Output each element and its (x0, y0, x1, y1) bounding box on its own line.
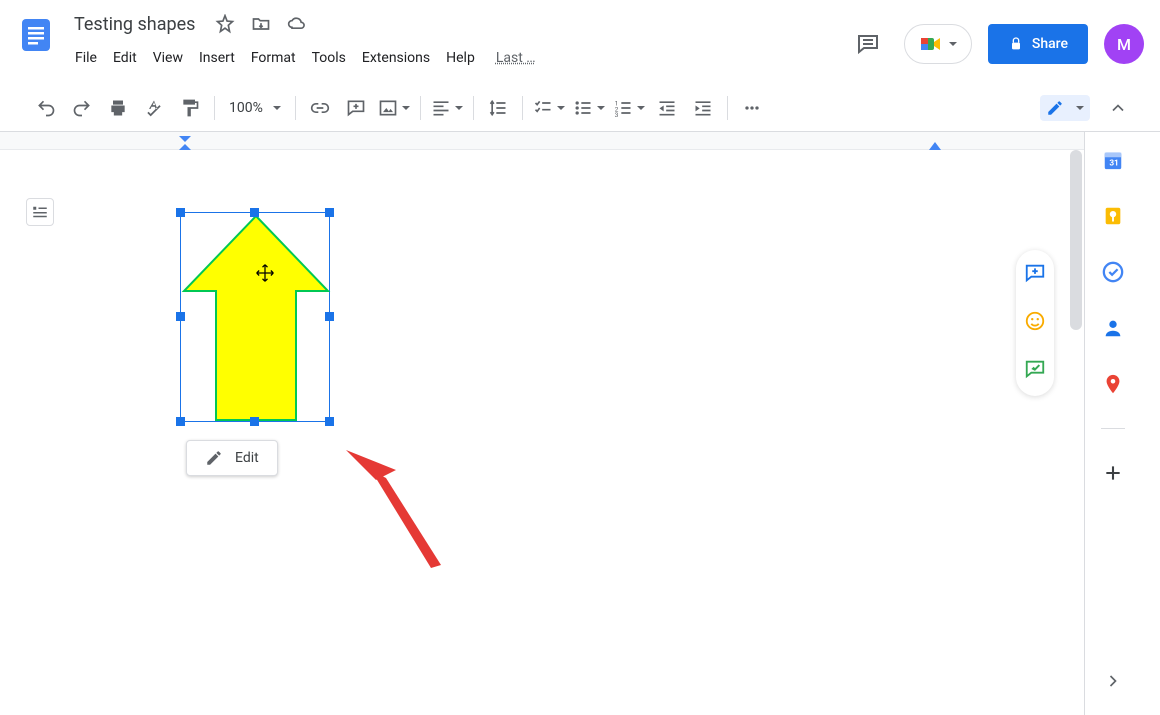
numbered-list-icon[interactable]: 123 (613, 94, 645, 122)
redo-icon[interactable] (68, 94, 96, 122)
floating-comment-tools (1016, 250, 1054, 396)
resize-handle-nw[interactable] (176, 208, 185, 217)
chevron-down-icon (273, 106, 281, 110)
toolbar: 100% 123 (0, 84, 1160, 132)
doc-title[interactable]: Testing shapes (68, 12, 201, 37)
bulleted-list-icon[interactable] (573, 94, 605, 122)
checklist-icon[interactable] (533, 94, 565, 122)
chevron-down-icon (949, 42, 957, 46)
chevron-down-icon (1076, 106, 1084, 110)
line-spacing-icon[interactable] (484, 94, 512, 122)
side-panel: 31 (1084, 132, 1140, 715)
ruler[interactable] (0, 132, 1084, 150)
selected-shape[interactable] (180, 212, 330, 422)
move-folder-icon[interactable] (249, 12, 273, 36)
resize-handle-e[interactable] (325, 312, 334, 321)
increase-indent-icon[interactable] (689, 94, 717, 122)
svg-text:31: 31 (1109, 159, 1118, 169)
svg-text:3: 3 (615, 111, 619, 118)
maps-icon[interactable] (1101, 372, 1125, 396)
ruler-indent-right-icon[interactable] (929, 142, 941, 150)
zoom-value: 100% (229, 100, 263, 116)
chevron-down-icon (402, 106, 410, 110)
up-arrow-shape[interactable] (181, 213, 331, 423)
chevron-down-icon (557, 106, 565, 110)
undo-icon[interactable] (32, 94, 60, 122)
edit-label: Edit (235, 450, 259, 466)
outline-toggle-icon[interactable] (26, 198, 54, 226)
scrollbar[interactable] (1070, 150, 1082, 330)
resize-handle-s[interactable] (250, 417, 259, 426)
decrease-indent-icon[interactable] (653, 94, 681, 122)
menu-insert[interactable]: Insert (192, 46, 242, 70)
edit-shape-button[interactable]: Edit (186, 440, 278, 476)
calendar-icon[interactable]: 31 (1101, 148, 1125, 172)
suggest-edit-icon[interactable] (1024, 358, 1046, 384)
add-comment-floating-icon[interactable] (1024, 262, 1046, 288)
menu-edit[interactable]: Edit (106, 46, 144, 70)
last-edit-link[interactable]: Last … (496, 50, 536, 66)
align-icon[interactable] (431, 94, 463, 122)
annotation-arrow (336, 440, 446, 570)
menu-tools[interactable]: Tools (305, 46, 353, 70)
menu-help[interactable]: Help (439, 46, 482, 70)
spellcheck-icon[interactable] (140, 94, 168, 122)
share-button[interactable]: Share (988, 24, 1088, 64)
chevron-down-icon (597, 106, 605, 110)
tasks-icon[interactable] (1101, 260, 1125, 284)
avatar[interactable]: M (1104, 24, 1144, 64)
docs-logo[interactable] (16, 8, 56, 62)
resize-handle-n[interactable] (250, 208, 259, 217)
add-comment-icon[interactable] (342, 94, 370, 122)
editing-mode-button[interactable] (1040, 95, 1090, 121)
ruler-indent-left-icon[interactable] (179, 136, 191, 150)
emoji-reaction-icon[interactable] (1024, 310, 1046, 336)
star-icon[interactable] (213, 12, 237, 36)
collapse-toolbar-icon[interactable] (1104, 94, 1132, 122)
share-label: Share (1032, 36, 1068, 52)
pencil-icon (205, 449, 223, 467)
contacts-icon[interactable] (1101, 316, 1125, 340)
resize-handle-ne[interactable] (325, 208, 334, 217)
zoom-select[interactable]: 100% (221, 100, 289, 116)
menu-file[interactable]: File (68, 46, 104, 70)
more-tools-icon[interactable] (738, 94, 766, 122)
menubar: File Edit View Insert Format Tools Exten… (68, 42, 848, 74)
cloud-status-icon[interactable] (285, 12, 309, 36)
resize-handle-w[interactable] (176, 312, 185, 321)
print-icon[interactable] (104, 94, 132, 122)
menu-format[interactable]: Format (244, 46, 303, 70)
chevron-down-icon (455, 106, 463, 110)
resize-handle-se[interactable] (325, 417, 334, 426)
comment-history-icon[interactable] (848, 24, 888, 64)
resize-handle-sw[interactable] (176, 417, 185, 426)
chevron-down-icon (637, 106, 645, 110)
insert-link-icon[interactable] (306, 94, 334, 122)
insert-image-icon[interactable] (378, 94, 410, 122)
collapse-panel-icon[interactable] (1103, 671, 1123, 695)
paint-format-icon[interactable] (176, 94, 204, 122)
keep-icon[interactable] (1101, 204, 1125, 228)
meet-button[interactable] (904, 24, 972, 64)
add-addon-icon[interactable] (1101, 461, 1125, 485)
menu-extensions[interactable]: Extensions (355, 46, 437, 70)
menu-view[interactable]: View (146, 46, 190, 70)
